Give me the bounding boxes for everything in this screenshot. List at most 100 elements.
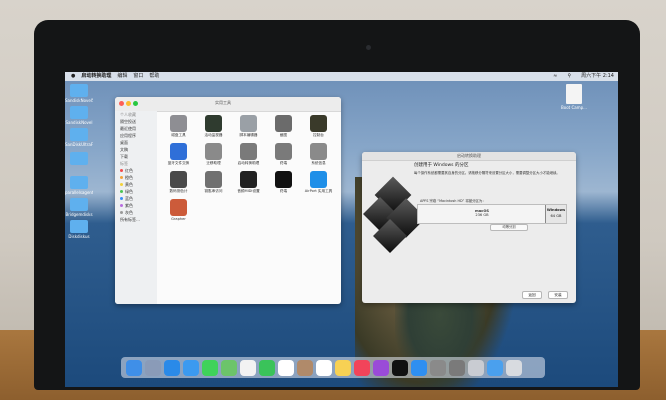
messages-icon[interactable] <box>202 359 218 376</box>
divide-equally-button[interactable]: 均等分割 <box>490 224 528 231</box>
wifi-icon[interactable]: ≈ <box>553 72 557 81</box>
desktop-folder[interactable]: SandiskNovel5 <box>65 84 93 103</box>
app-item[interactable]: 数码测色计 <box>161 171 196 194</box>
desktop-folder-label: parallelsagents <box>65 190 93 195</box>
app-store-icon[interactable] <box>411 359 427 376</box>
app-item[interactable]: 钥匙串访问 <box>196 171 231 194</box>
screenshot-icon <box>275 115 292 132</box>
podcasts-icon[interactable] <box>373 359 389 376</box>
airport-icon <box>310 171 327 188</box>
desktop-folder-label: SanDiskUltraFit <box>65 142 93 147</box>
sidebar-item[interactable]: 文稿 <box>115 146 157 153</box>
app-item[interactable]: 音频MIDI设置 <box>231 171 266 194</box>
desktop-folder[interactable]: parallelsagents <box>65 176 93 195</box>
finder-sidebar: 个人收藏 隔空投送 最近使用 应用程序 桌面 文稿 下载 标签 红色 橙色 黄色… <box>115 111 157 304</box>
sidebar-tag[interactable]: 绿色 <box>115 188 157 195</box>
bootcamp-icon[interactable] <box>449 359 465 376</box>
bootcamp-title: 启动转换助理 <box>457 153 481 158</box>
app-item[interactable]: Grapher <box>161 199 196 221</box>
app-item[interactable]: 迁移助理 <box>196 143 231 166</box>
sidebar-tag[interactable]: 黄色 <box>115 181 157 188</box>
menu-window[interactable]: 窗口 <box>133 72 143 81</box>
apple-menu-icon[interactable]: ● <box>71 72 75 81</box>
app-item[interactable]: 蓝牙文件交换 <box>161 143 196 166</box>
app-item[interactable]: AirPort 实用工具 <box>301 171 336 194</box>
zoom-icon[interactable] <box>133 101 138 106</box>
document-icon[interactable] <box>566 84 582 104</box>
sidebar-item[interactable]: 隔空投送 <box>115 118 157 125</box>
app-item[interactable]: 磁盘工具 <box>161 115 196 138</box>
downloads-folder-icon[interactable] <box>487 359 503 376</box>
sidebar-item[interactable]: 最近使用 <box>115 125 157 132</box>
app-label: 终端 <box>279 161 288 165</box>
folder-icon <box>70 220 88 233</box>
calendar-icon[interactable] <box>278 359 294 376</box>
desktop-folder[interactable]: SandiskNovel <box>65 106 93 125</box>
maps-icon[interactable] <box>221 359 237 376</box>
trash-icon[interactable] <box>506 359 522 376</box>
launchpad-icon[interactable] <box>145 359 161 376</box>
sidebar-header: 个人收藏 <box>120 112 136 117</box>
activity-monitor-icon <box>205 115 222 132</box>
app-item[interactable]: 控制台 <box>301 115 336 138</box>
app-label: 脚本编辑器 <box>239 133 258 137</box>
facetime-icon[interactable] <box>259 359 275 376</box>
desktop-folder[interactable]: SanDiskUltraFit <box>65 128 93 147</box>
migration-icon <box>205 143 222 160</box>
folder-icon <box>70 106 88 119</box>
close-icon[interactable] <box>119 101 124 106</box>
safari-icon[interactable] <box>164 359 180 376</box>
utilities-icon[interactable] <box>468 359 484 376</box>
sidebar-tag[interactable]: 灰色 <box>115 209 157 216</box>
music-icon[interactable] <box>354 359 370 376</box>
reminders-icon[interactable] <box>316 359 332 376</box>
menu-clock[interactable]: 周六下午 2:14 <box>581 72 614 81</box>
tag-dot-icon <box>120 204 123 207</box>
sidebar-tag[interactable]: 橙色 <box>115 174 157 181</box>
sidebar-tag[interactable]: 紫色 <box>115 202 157 209</box>
sidebar-item[interactable]: 所有标签… <box>115 216 157 223</box>
screen: ● 启动转换助理 编辑 窗口 帮助 ≈ ⚲ 周六下午 2:14 SandiskN… <box>65 72 618 387</box>
folder-icon <box>70 128 88 141</box>
install-button[interactable]: 安装 <box>548 291 568 299</box>
app-item[interactable]: 脚本编辑器 <box>231 115 266 138</box>
finder-icon[interactable] <box>126 359 142 376</box>
menu-app-name[interactable]: 启动转换助理 <box>81 72 111 81</box>
app-label: AirPort 实用工具 <box>304 189 333 193</box>
desktop-folder[interactable] <box>65 152 93 166</box>
terminal-icon <box>275 143 292 160</box>
app-item[interactable]: 系统信息 <box>301 143 336 166</box>
menu-help[interactable]: 帮助 <box>149 72 159 81</box>
minimize-icon[interactable] <box>126 101 131 106</box>
bootcamp-description: 每个操作系统都需要其自身的分区。请拖移分隔符来设置分区大小，需要调整分区大小才能… <box>414 171 560 175</box>
sidebar-tag[interactable]: 蓝色 <box>115 195 157 202</box>
photos-icon[interactable] <box>240 359 256 376</box>
desktop-folder-label: SandiskNovel <box>65 120 93 125</box>
tag-dot-icon <box>120 197 123 200</box>
system-preferences-icon[interactable] <box>430 359 446 376</box>
sidebar-item[interactable]: 下载 <box>115 153 157 160</box>
sidebar-tag[interactable]: 红色 <box>115 167 157 174</box>
app-item[interactable]: 启动转换助理 <box>231 143 266 166</box>
app-label: 数码测色计 <box>169 189 188 193</box>
folder-icon <box>70 176 88 189</box>
sidebar-item[interactable]: 桌面 <box>115 139 157 146</box>
windows-partition: Windows 64 GB <box>546 205 566 223</box>
tv-icon[interactable] <box>392 359 408 376</box>
back-button[interactable]: 返回 <box>522 291 542 299</box>
app-item[interactable]: 终端 <box>266 171 301 194</box>
notes-icon[interactable] <box>335 359 351 376</box>
midi-icon <box>240 171 257 188</box>
search-icon[interactable]: ⚲ <box>568 72 572 81</box>
desktop-folder-label: Diskdiskus <box>68 234 90 239</box>
contacts-icon[interactable] <box>297 359 313 376</box>
desktop-folder[interactable]: Diskdiskus <box>65 220 93 239</box>
app-item[interactable]: 活动监视器 <box>196 115 231 138</box>
mail-icon[interactable] <box>183 359 199 376</box>
app-item[interactable]: 截图 <box>266 115 301 138</box>
desktop-folder[interactable]: Bridgemdisks <box>65 198 93 217</box>
sidebar-item[interactable]: 应用程序 <box>115 132 157 139</box>
app-item[interactable]: 终端 <box>266 143 301 166</box>
app-label: 终端 <box>279 189 288 193</box>
menu-edit[interactable]: 编辑 <box>117 72 127 81</box>
